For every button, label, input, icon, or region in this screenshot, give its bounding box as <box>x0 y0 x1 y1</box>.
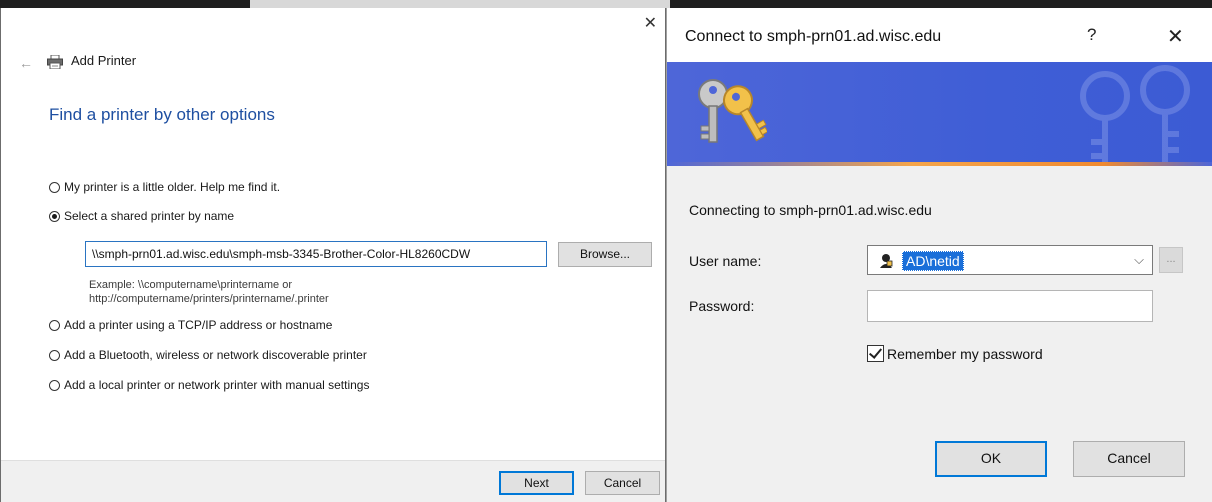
dialog-titlebar: Connect to smph-prn01.ad.wisc.edu ? ✕ <box>667 8 1212 62</box>
option-label: Select a shared printer by name <box>64 209 235 223</box>
radio-button[interactable] <box>49 181 60 193</box>
wizard-close-button[interactable]: ✕ <box>644 16 657 32</box>
help-button[interactable]: ? <box>1087 25 1096 45</box>
option-older-printer[interactable]: My printer is a little older. Help me fi… <box>49 180 280 194</box>
wizard-cancel-button[interactable]: Cancel <box>585 471 660 495</box>
back-arrow-icon[interactable]: ← <box>19 55 33 71</box>
dialog-banner <box>667 62 1212 166</box>
wizard-header-title: Add Printer <box>71 53 137 68</box>
option-shared-printer[interactable]: Select a shared printer by name <box>49 209 234 223</box>
radio-button-selected[interactable] <box>49 210 60 222</box>
keys-icon <box>698 79 767 143</box>
option-label: Add a local printer or network printer w… <box>64 378 370 392</box>
option-tcpip[interactable]: Add a printer using a TCP/IP address or … <box>49 318 332 332</box>
option-label: Add a printer using a TCP/IP address or … <box>64 318 333 332</box>
password-field[interactable] <box>867 290 1153 322</box>
background-strip-light <box>250 0 670 8</box>
radio-button[interactable] <box>49 349 60 361</box>
option-label: Add a Bluetooth, wireless or network dis… <box>64 348 367 362</box>
credentials-dialog: Connect to smph-prn01.ad.wisc.edu ? ✕ Co… <box>666 8 1212 502</box>
dialog-cancel-button[interactable]: Cancel <box>1073 441 1185 477</box>
checkbox-checked[interactable] <box>867 345 884 362</box>
banner-watermark-icon <box>1080 65 1190 166</box>
username-label: User name: <box>689 253 762 269</box>
dialog-title: Connect to smph-prn01.ad.wisc.edu <box>685 28 942 45</box>
ok-button[interactable]: OK <box>935 441 1047 477</box>
option-local-printer[interactable]: Add a local printer or network printer w… <box>49 378 369 392</box>
next-button[interactable]: Next <box>499 471 574 495</box>
wizard-footer: Next Cancel <box>1 460 665 502</box>
connecting-text: Connecting to smph-prn01.ad.wisc.edu <box>689 202 932 218</box>
dialog-close-button[interactable]: ✕ <box>1167 24 1184 49</box>
banner-accent-stripe <box>667 162 1212 166</box>
background-strip <box>0 0 1212 8</box>
user-icon <box>878 252 894 268</box>
radio-button[interactable] <box>49 379 60 391</box>
printer-icon <box>47 55 63 69</box>
browse-button[interactable]: Browse... <box>558 242 652 267</box>
option-label: My printer is a little older. Help me fi… <box>64 180 281 194</box>
option-bluetooth[interactable]: Add a Bluetooth, wireless or network dis… <box>49 348 367 362</box>
example-line-2: http://computername/printers/printername… <box>89 293 329 305</box>
example-hint: Example: \\computername\printername or h… <box>89 278 329 306</box>
chevron-down-icon[interactable]: ⌵ <box>1134 252 1144 268</box>
example-line-1: Example: \\computername\printername or <box>89 279 292 291</box>
username-combobox[interactable]: AD\netid ⌵ <box>867 245 1153 275</box>
radio-button[interactable] <box>49 319 60 331</box>
remember-password-checkbox[interactable]: Remember my password <box>867 345 1043 362</box>
shared-printer-path-input[interactable]: \\smph-prn01.ad.wisc.edu\smph-msb-3345-B… <box>85 241 547 267</box>
username-value[interactable]: AD\netid <box>902 251 964 271</box>
more-credentials-button[interactable]: ... <box>1159 247 1183 273</box>
remember-label: Remember my password <box>887 345 1043 362</box>
page-heading: Find a printer by other options <box>49 105 275 124</box>
add-printer-window: ✕ ← Add Printer Find a printer by other … <box>0 8 666 502</box>
password-label: Password: <box>689 298 755 314</box>
